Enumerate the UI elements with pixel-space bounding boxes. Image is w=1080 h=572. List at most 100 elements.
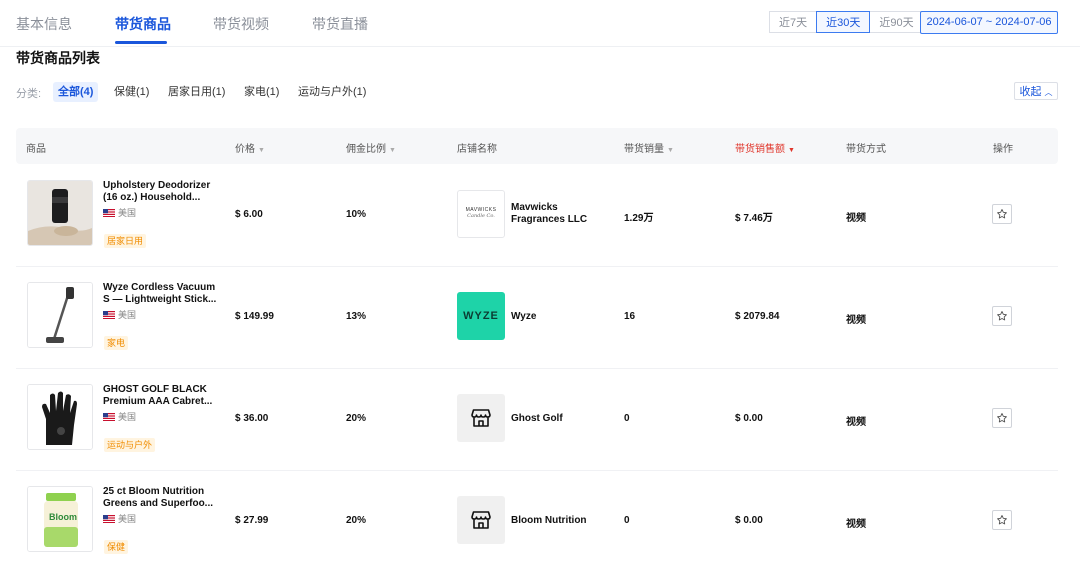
favorite-button[interactable]: [992, 408, 1012, 428]
store-icon: [471, 409, 491, 427]
product-origin: 美国: [103, 410, 136, 423]
top-bar: 基本信息 带货商品 带货视频 带货直播 近7天 近30天 近90天 2024-0…: [0, 0, 1080, 47]
product-image[interactable]: [27, 384, 93, 450]
shop-name[interactable]: Mavwicks Fragrances LLC: [511, 202, 601, 226]
revenue-cell: $ 7.46万: [735, 213, 773, 224]
category-badge: 运动与户外: [104, 438, 156, 452]
product-label-text: Bloom: [49, 512, 77, 522]
us-flag-icon: [103, 514, 115, 523]
col-price[interactable]: 价格 ▼: [235, 140, 265, 155]
shop-logo[interactable]: [457, 394, 505, 442]
product-origin: 美国: [103, 206, 136, 219]
active-tab-indicator: [115, 41, 167, 44]
col-sales[interactable]: 带货销量 ▼: [624, 140, 674, 155]
mavwicks-logo-icon: MAVWICKS Candle Co.: [458, 191, 504, 219]
filter-appliances[interactable]: 家电(1): [239, 82, 284, 102]
category-badge: 保健: [104, 540, 129, 554]
favorite-button[interactable]: [992, 306, 1012, 326]
collapse-button[interactable]: 收起 ︿: [1014, 82, 1058, 100]
range-7d-button[interactable]: 近7天: [769, 11, 818, 33]
product-name[interactable]: Upholstery Deodorizer (16 oz.) Household…: [103, 180, 219, 204]
product-image[interactable]: [27, 282, 93, 348]
price-cell: $ 6.00: [235, 209, 263, 220]
col-revenue[interactable]: 带货销售额 ▼: [735, 140, 795, 155]
section-title: 带货商品列表: [16, 50, 100, 66]
product-image[interactable]: Bloom: [27, 486, 93, 552]
revenue-cell: $ 2079.84: [735, 311, 780, 322]
commission-cell: 20%: [346, 515, 367, 526]
origin-label: 美国: [118, 310, 137, 320]
product-image[interactable]: [27, 180, 93, 246]
us-flag-icon: [103, 208, 115, 217]
revenue-cell: $ 0.00: [735, 413, 763, 424]
method-cell: 视频: [846, 519, 866, 530]
col-action: 操作: [993, 144, 1013, 155]
product-name[interactable]: Wyze Cordless Vacuum S — Lightweight Sti…: [103, 282, 219, 306]
sort-caret-icon: ▼: [788, 147, 795, 154]
tab-products[interactable]: 带货商品: [115, 14, 171, 34]
sales-cell: 1.29万: [624, 213, 654, 224]
method-cell: 视频: [846, 213, 866, 224]
sales-cell: 0: [624, 515, 630, 526]
col-shop: 店铺名称: [457, 144, 497, 155]
us-flag-icon: [103, 412, 115, 421]
range-90d-button[interactable]: 近90天: [869, 11, 924, 33]
table-header: 商品 价格 ▼ 佣金比例 ▼ 店铺名称 带货销量 ▼ 带货销售额 ▼ 带货方式 操作: [16, 128, 1058, 164]
tab-basic-info[interactable]: 基本信息: [16, 14, 72, 34]
table-row[interactable]: GHOST GOLF BLACK Premium AAA Cabret... 美…: [16, 368, 1058, 471]
tab-live[interactable]: 带货直播: [312, 14, 368, 34]
filter-household[interactable]: 居家日用(1): [163, 82, 230, 102]
golf-glove-product-icon: [28, 385, 92, 449]
table-row[interactable]: Upholstery Deodorizer (16 oz.) Household…: [16, 164, 1058, 267]
table-row[interactable]: Wyze Cordless Vacuum S — Lightweight Sti…: [16, 266, 1058, 369]
date-range-picker[interactable]: 2024-06-07 ~ 2024-07-06: [920, 11, 1058, 34]
shop-logo[interactable]: [457, 496, 505, 544]
price-cell: $ 149.99: [235, 311, 274, 322]
product-origin: 美国: [103, 512, 136, 525]
col-commission-label: 佣金比例: [346, 144, 386, 155]
star-icon: [997, 209, 1007, 219]
table-row[interactable]: Bloom 25 ct Bloom Nutrition Greens and S…: [16, 470, 1058, 572]
sort-caret-icon: ▼: [667, 147, 674, 154]
sales-cell: 16: [624, 311, 636, 322]
product-name[interactable]: GHOST GOLF BLACK Premium AAA Cabret...: [103, 384, 219, 408]
origin-label: 美国: [118, 208, 137, 218]
shop-name[interactable]: Wyze: [511, 311, 601, 323]
filter-health[interactable]: 保健(1): [109, 82, 154, 102]
col-price-label: 价格: [235, 144, 255, 155]
tab-videos[interactable]: 带货视频: [213, 14, 269, 34]
shop-logo[interactable]: MAVWICKS Candle Co.: [457, 190, 505, 238]
price-cell: $ 36.00: [235, 413, 269, 424]
product-name[interactable]: 25 ct Bloom Nutrition Greens and Superfo…: [103, 486, 219, 510]
category-badge: 家电: [104, 336, 129, 350]
col-commission[interactable]: 佣金比例 ▼: [346, 140, 396, 155]
price-cell: $ 27.99: [235, 515, 269, 526]
us-flag-icon: [103, 310, 115, 319]
sort-caret-icon: ▼: [389, 147, 396, 154]
col-sales-label: 带货销量: [624, 144, 664, 155]
filter-sports-outdoor[interactable]: 运动与户外(1): [293, 82, 371, 102]
wyze-logo-icon: WYZE: [463, 310, 499, 322]
store-icon: [471, 511, 491, 529]
revenue-cell: $ 0.00: [735, 515, 763, 526]
commission-cell: 10%: [346, 209, 367, 220]
favorite-button[interactable]: [992, 510, 1012, 530]
star-icon: [997, 515, 1007, 525]
shop-name[interactable]: Bloom Nutrition: [511, 515, 601, 527]
filter-label: 分类:: [16, 88, 42, 100]
product-origin: 美国: [103, 308, 136, 321]
method-cell: 视频: [846, 315, 866, 326]
col-revenue-label: 带货销售额: [735, 144, 785, 155]
time-range-selector: 近7天 近30天 近90天: [769, 11, 924, 33]
shop-name[interactable]: Ghost Golf: [511, 413, 601, 425]
collapse-label: 收起: [1019, 86, 1042, 98]
category-badge: 居家日用: [104, 234, 147, 248]
shop-logo[interactable]: WYZE: [457, 292, 505, 340]
col-product: 商品: [26, 144, 46, 155]
filter-all[interactable]: 全部(4): [53, 82, 99, 102]
deodorizer-product-icon: [28, 181, 92, 245]
favorite-button[interactable]: [992, 204, 1012, 224]
origin-label: 美国: [118, 412, 137, 422]
vacuum-product-icon: [28, 283, 92, 347]
range-30d-button[interactable]: 近30天: [816, 11, 871, 33]
